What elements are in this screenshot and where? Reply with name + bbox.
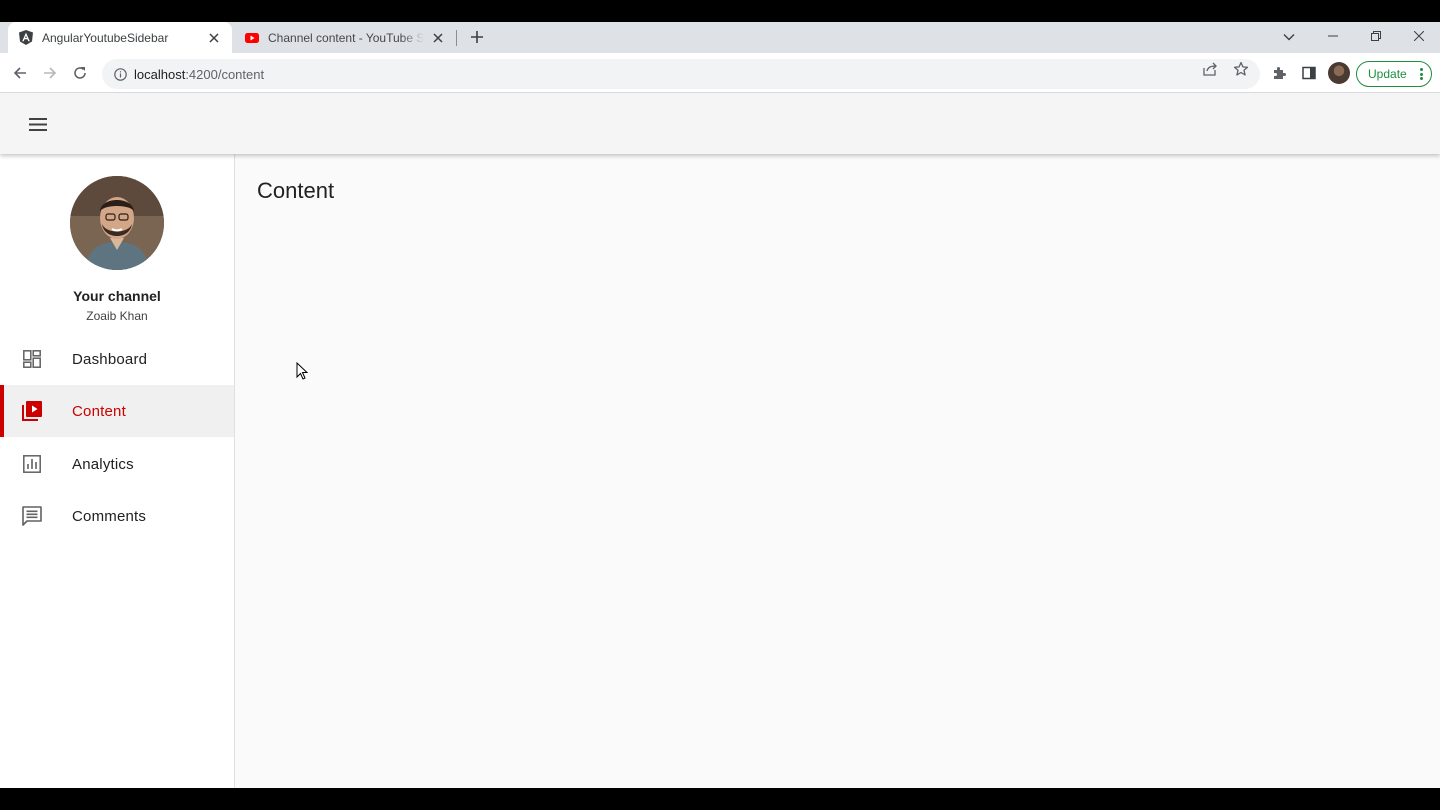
sidebar-item-label: Dashboard — [72, 350, 148, 368]
sidebar-item-content[interactable]: Content — [0, 385, 234, 437]
sidebar-item-analytics[interactable]: Analytics — [0, 438, 234, 490]
analytics-icon — [20, 452, 44, 476]
url-text: localhost:4200/content — [134, 67, 264, 82]
hamburger-menu-icon[interactable] — [26, 112, 50, 136]
angular-icon — [18, 30, 34, 46]
sidebar-item-label: Comments — [72, 507, 147, 525]
dashboard-icon — [20, 347, 44, 371]
profile-avatar[interactable] — [1328, 62, 1350, 84]
back-icon[interactable] — [9, 62, 31, 84]
bookmark-star-icon[interactable] — [1232, 60, 1250, 78]
share-icon[interactable] — [1201, 60, 1219, 78]
extensions-icon[interactable] — [1269, 63, 1289, 83]
mouse-pointer-icon — [296, 361, 309, 380]
restore-icon[interactable] — [1354, 22, 1397, 50]
close-tab-icon[interactable] — [430, 30, 446, 46]
forward-icon[interactable] — [39, 62, 61, 84]
youtube-icon — [244, 30, 260, 46]
site-info-icon[interactable] — [112, 66, 128, 82]
sidebar-item-label: Content — [72, 402, 126, 420]
browser-window: AngularYoutubeSidebar Channel content - … — [0, 22, 1440, 788]
channel-name: Zoaib Khan — [86, 309, 148, 323]
more-menu-icon — [1420, 68, 1423, 80]
update-button[interactable]: Update — [1356, 61, 1432, 87]
minimize-icon[interactable] — [1311, 22, 1354, 50]
tab-title: AngularYoutubeSidebar — [42, 30, 169, 45]
update-label: Update — [1368, 67, 1407, 81]
tab-strip: AngularYoutubeSidebar Channel content - … — [0, 22, 1440, 53]
url-host: localhost — [134, 66, 186, 82]
close-tab-icon[interactable] — [206, 30, 222, 46]
tab-separator — [456, 30, 457, 46]
address-bar[interactable]: localhost:4200/content — [102, 59, 1260, 89]
comments-icon — [20, 504, 44, 528]
tab-search-chevron-icon[interactable] — [1278, 26, 1300, 48]
side-panel-icon[interactable] — [1299, 63, 1319, 83]
close-window-icon[interactable] — [1397, 22, 1440, 50]
window-controls — [1311, 22, 1440, 53]
tab-channel-content[interactable]: Channel content - YouTube Studio — [234, 22, 456, 53]
tab-title: Channel content - YouTube Studio — [268, 30, 424, 45]
browser-toolbar: localhost:4200/content Update — [0, 53, 1440, 93]
main-content: Content — [235, 154, 1440, 788]
app-header — [0, 94, 1440, 154]
tab-angular-youtube-sidebar[interactable]: AngularYoutubeSidebar — [8, 22, 232, 53]
page-title: Content — [257, 178, 335, 203]
sidebar-item-label: Analytics — [72, 455, 134, 473]
sidebar-item-dashboard[interactable]: Dashboard — [0, 333, 234, 385]
channel-title: Your channel — [73, 288, 161, 304]
sidebar: Your channel Zoaib Khan Dashboard Conten… — [0, 154, 235, 788]
reload-icon[interactable] — [69, 62, 91, 84]
new-tab-icon[interactable] — [466, 26, 488, 48]
sidebar-item-comments[interactable]: Comments — [0, 490, 234, 542]
url-path: :4200/content — [185, 66, 265, 82]
video-library-icon — [20, 399, 44, 423]
channel-avatar[interactable] — [70, 176, 164, 270]
